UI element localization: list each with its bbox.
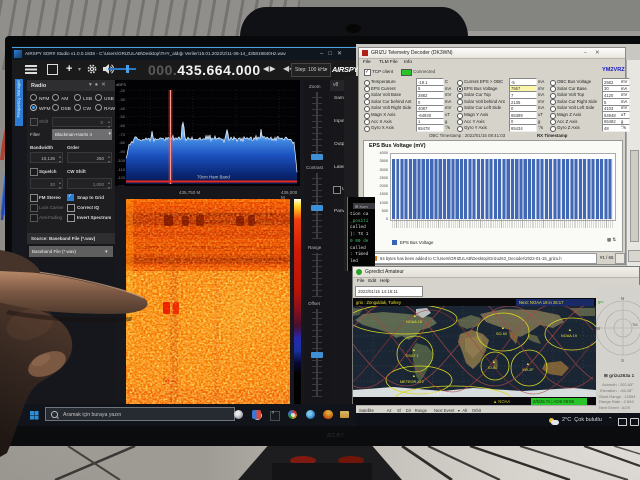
svg-text:▲: ▲ [501, 326, 505, 330]
svg-text:W: W [596, 326, 601, 331]
svg-text:70cm Ham Band: 70cm Ham Band [197, 175, 230, 180]
svg-text:▲: ▲ [492, 360, 496, 364]
svg-text:METEOR-M 2: METEOR-M 2 [400, 380, 424, 384]
svg-text:N: N [621, 296, 624, 301]
svg-text:▲: ▲ [568, 328, 572, 332]
svg-text:NOAA 19: NOAA 19 [561, 334, 577, 338]
svg-text:▲: ▲ [413, 314, 417, 318]
svg-text:GRIZU-263A: GRIZU-263A [428, 391, 452, 396]
svg-text:▲: ▲ [526, 362, 530, 366]
svg-text:NOAA 18: NOAA 18 [406, 320, 422, 324]
svg-text:XW-2F: XW-2F [522, 368, 534, 372]
svg-text:TM: TM [632, 323, 637, 327]
svg-text:SO-50: SO-50 [496, 332, 507, 336]
svg-text:▲: ▲ [412, 348, 416, 352]
svg-text:▲: ▲ [412, 374, 416, 378]
svg-text:IO-86: IO-86 [488, 366, 498, 370]
svg-text:grv: grv [598, 299, 604, 304]
svg-text:TISAT 1: TISAT 1 [405, 354, 419, 358]
svg-text:S: S [621, 358, 624, 363]
